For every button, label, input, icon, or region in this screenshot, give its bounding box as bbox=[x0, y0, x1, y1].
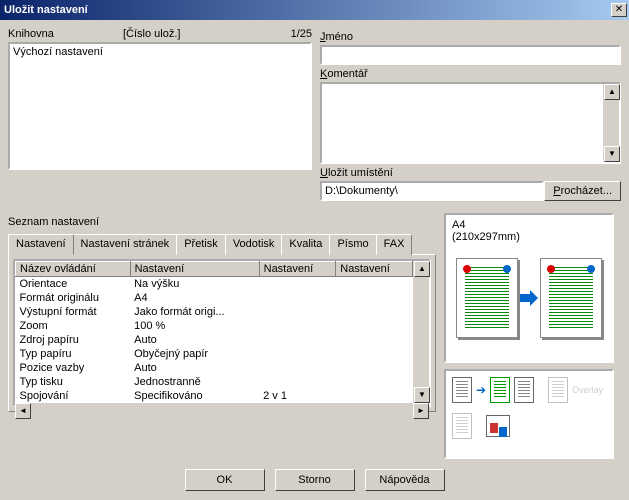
table-row[interactable]: OrientaceNa výšku bbox=[16, 277, 413, 292]
chart-icon bbox=[486, 413, 510, 439]
table-hscrollbar[interactable]: ◄ ► bbox=[15, 403, 429, 419]
comment-label: Komentář bbox=[320, 68, 621, 80]
cancel-button[interactable]: Storno bbox=[275, 469, 355, 491]
tab-watermark[interactable]: Vodotisk bbox=[225, 234, 283, 255]
marker-icon bbox=[547, 265, 555, 273]
library-header: Knihovna [Číslo ulož.] 1/25 bbox=[8, 28, 312, 40]
settings-table: Název ovládání Nastavení Nastavení Nasta… bbox=[15, 261, 413, 403]
col-setting-3[interactable]: Nastavení bbox=[336, 262, 413, 277]
comment-scrollbar[interactable]: ▲ ▼ bbox=[603, 84, 619, 162]
marker-icon bbox=[463, 265, 471, 273]
title-bar: Uložit nastavení ✕ bbox=[0, 0, 629, 20]
table-row[interactable]: SpojováníSpecifikováno2 v 1 bbox=[16, 389, 413, 403]
table-row[interactable]: Typ papíruObyčejný papír bbox=[16, 347, 413, 361]
save-location-label: Uložit umístění bbox=[320, 167, 621, 179]
settings-tabs: Nastavení Nastavení stránek Přetisk Vodo… bbox=[8, 234, 436, 255]
settings-table-container: Název ovládání Nastavení Nastavení Nasta… bbox=[13, 259, 431, 407]
scroll-down-icon[interactable]: ▼ bbox=[604, 146, 620, 162]
comment-textarea[interactable]: ▲ ▼ bbox=[320, 82, 621, 164]
library-label: Knihovna bbox=[8, 28, 123, 40]
tab-font[interactable]: Písmo bbox=[329, 234, 376, 255]
overlay-icon: Overlay bbox=[548, 377, 603, 403]
scroll-right-icon[interactable]: ► bbox=[413, 403, 429, 419]
tab-quality[interactable]: Kvalita bbox=[281, 234, 330, 255]
save-path-input[interactable] bbox=[320, 181, 544, 201]
marker-icon bbox=[503, 265, 511, 273]
marker-icon bbox=[587, 265, 595, 273]
settings-tab-panel: Název ovládání Nastavení Nastavení Nasta… bbox=[8, 254, 436, 412]
watermark-icon bbox=[452, 413, 472, 439]
library-item[interactable]: Výchozí nastavení bbox=[13, 46, 307, 58]
table-vscrollbar[interactable]: ▲ ▼ bbox=[413, 261, 429, 403]
library-list[interactable]: Výchozí nastavení bbox=[8, 42, 312, 170]
preview-page-right bbox=[540, 258, 602, 338]
name-input[interactable] bbox=[320, 45, 621, 65]
col-control-name[interactable]: Název ovládání bbox=[16, 262, 131, 277]
scroll-down-icon[interactable]: ▼ bbox=[414, 387, 430, 403]
library-slot-label: [Číslo ulož.] bbox=[123, 28, 272, 40]
table-row[interactable]: Typ tiskuJednostranně bbox=[16, 375, 413, 389]
settings-list-label: Seznam nastavení bbox=[8, 216, 436, 228]
feature-icons-pane: ➔ Overlay bbox=[444, 369, 614, 459]
col-setting-1[interactable]: Nastavení bbox=[130, 262, 259, 277]
tab-settings[interactable]: Nastavení bbox=[8, 234, 74, 255]
library-count: 1/25 bbox=[272, 28, 312, 40]
table-row[interactable]: Výstupní formátJako formát origi... bbox=[16, 305, 413, 319]
table-row[interactable]: Zoom100 % bbox=[16, 319, 413, 333]
collate-icon: ➔ bbox=[452, 377, 534, 403]
scroll-up-icon[interactable]: ▲ bbox=[604, 84, 620, 100]
tab-overprint[interactable]: Přetisk bbox=[176, 234, 226, 255]
col-setting-2[interactable]: Nastavení bbox=[259, 262, 336, 277]
close-button[interactable]: ✕ bbox=[611, 3, 627, 17]
table-row[interactable]: Formát origináluA4 bbox=[16, 291, 413, 305]
dialog-buttons: OK Storno Nápověda bbox=[8, 469, 621, 491]
help-button[interactable]: Nápověda bbox=[365, 469, 445, 491]
table-row[interactable]: Zdroj papíruAuto bbox=[16, 333, 413, 347]
arrow-right-icon bbox=[518, 290, 540, 306]
scroll-up-icon[interactable]: ▲ bbox=[414, 261, 430, 277]
tab-page-settings[interactable]: Nastavení stránek bbox=[73, 234, 178, 255]
table-row[interactable]: Pozice vazbyAuto bbox=[16, 361, 413, 375]
preview-pane: A4 (210x297mm) bbox=[444, 213, 614, 363]
name-label: Jméno bbox=[320, 31, 621, 43]
preview-page-left bbox=[456, 258, 518, 338]
browse-button[interactable]: Procházet... bbox=[544, 181, 621, 201]
ok-button[interactable]: OK bbox=[185, 469, 265, 491]
preview-size: (210x297mm) bbox=[452, 231, 606, 243]
scroll-left-icon[interactable]: ◄ bbox=[15, 403, 31, 419]
preview-title: A4 bbox=[452, 219, 606, 231]
tab-fax[interactable]: FAX bbox=[376, 234, 413, 255]
window-title: Uložit nastavení bbox=[4, 4, 611, 16]
